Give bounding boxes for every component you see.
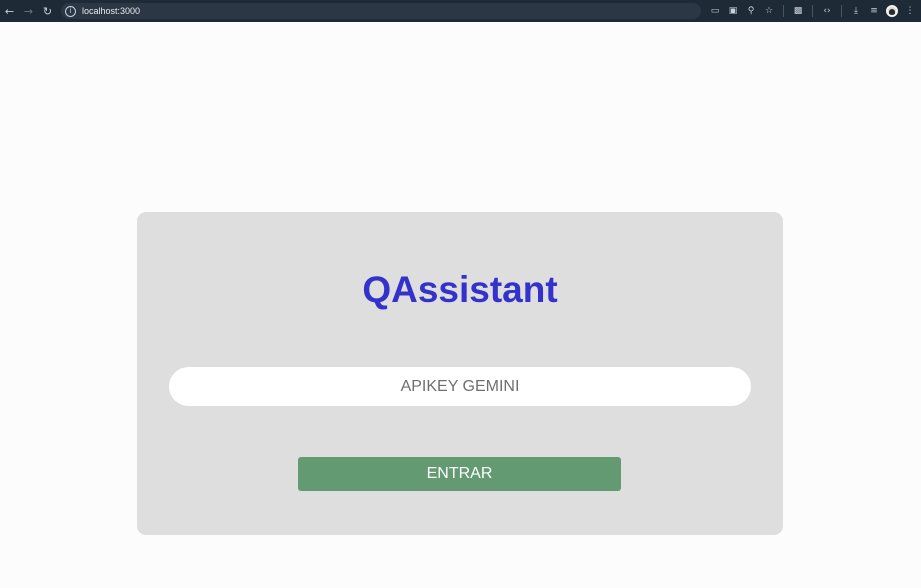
- toolbar-divider: [783, 5, 784, 17]
- cast-icon[interactable]: ▭: [706, 0, 724, 22]
- translate-icon[interactable]: ▣: [724, 0, 742, 22]
- toolbar-actions: ▭ ▣ ⚲ ☆ ▩ ‹› ⤓ ≡ ⋮: [706, 0, 919, 22]
- app-title: QAssistant: [362, 269, 558, 310]
- login-card: QAssistant ENTRAR: [137, 212, 783, 535]
- media-control-icon[interactable]: ≡: [865, 0, 883, 22]
- reload-icon[interactable]: ↻: [38, 0, 57, 22]
- browser-toolbar: ← → ↻ i localhost:3000 ▭ ▣ ⚲ ☆ ▩ ‹› ⤓ ≡ …: [0, 0, 921, 22]
- site-info-icon[interactable]: i: [65, 5, 76, 17]
- enter-button[interactable]: ENTRAR: [298, 457, 621, 491]
- toolbar-divider: [812, 5, 813, 17]
- profile-button[interactable]: [883, 0, 901, 22]
- toolbar-divider: [841, 5, 842, 17]
- forward-icon[interactable]: →: [19, 0, 38, 22]
- zoom-icon[interactable]: ⚲: [742, 0, 760, 22]
- puzzle-icon[interactable]: ▩: [789, 0, 807, 22]
- url-text[interactable]: localhost:3000: [82, 6, 140, 16]
- kebab-menu-icon[interactable]: ⋮: [901, 0, 919, 22]
- address-bar[interactable]: i localhost:3000: [61, 3, 701, 19]
- code-icon[interactable]: ‹›: [818, 0, 836, 22]
- api-key-input[interactable]: [169, 367, 751, 406]
- avatar[interactable]: [886, 5, 898, 17]
- download-icon[interactable]: ⤓: [847, 0, 865, 22]
- star-icon[interactable]: ☆: [760, 0, 778, 22]
- back-icon[interactable]: ←: [0, 0, 19, 22]
